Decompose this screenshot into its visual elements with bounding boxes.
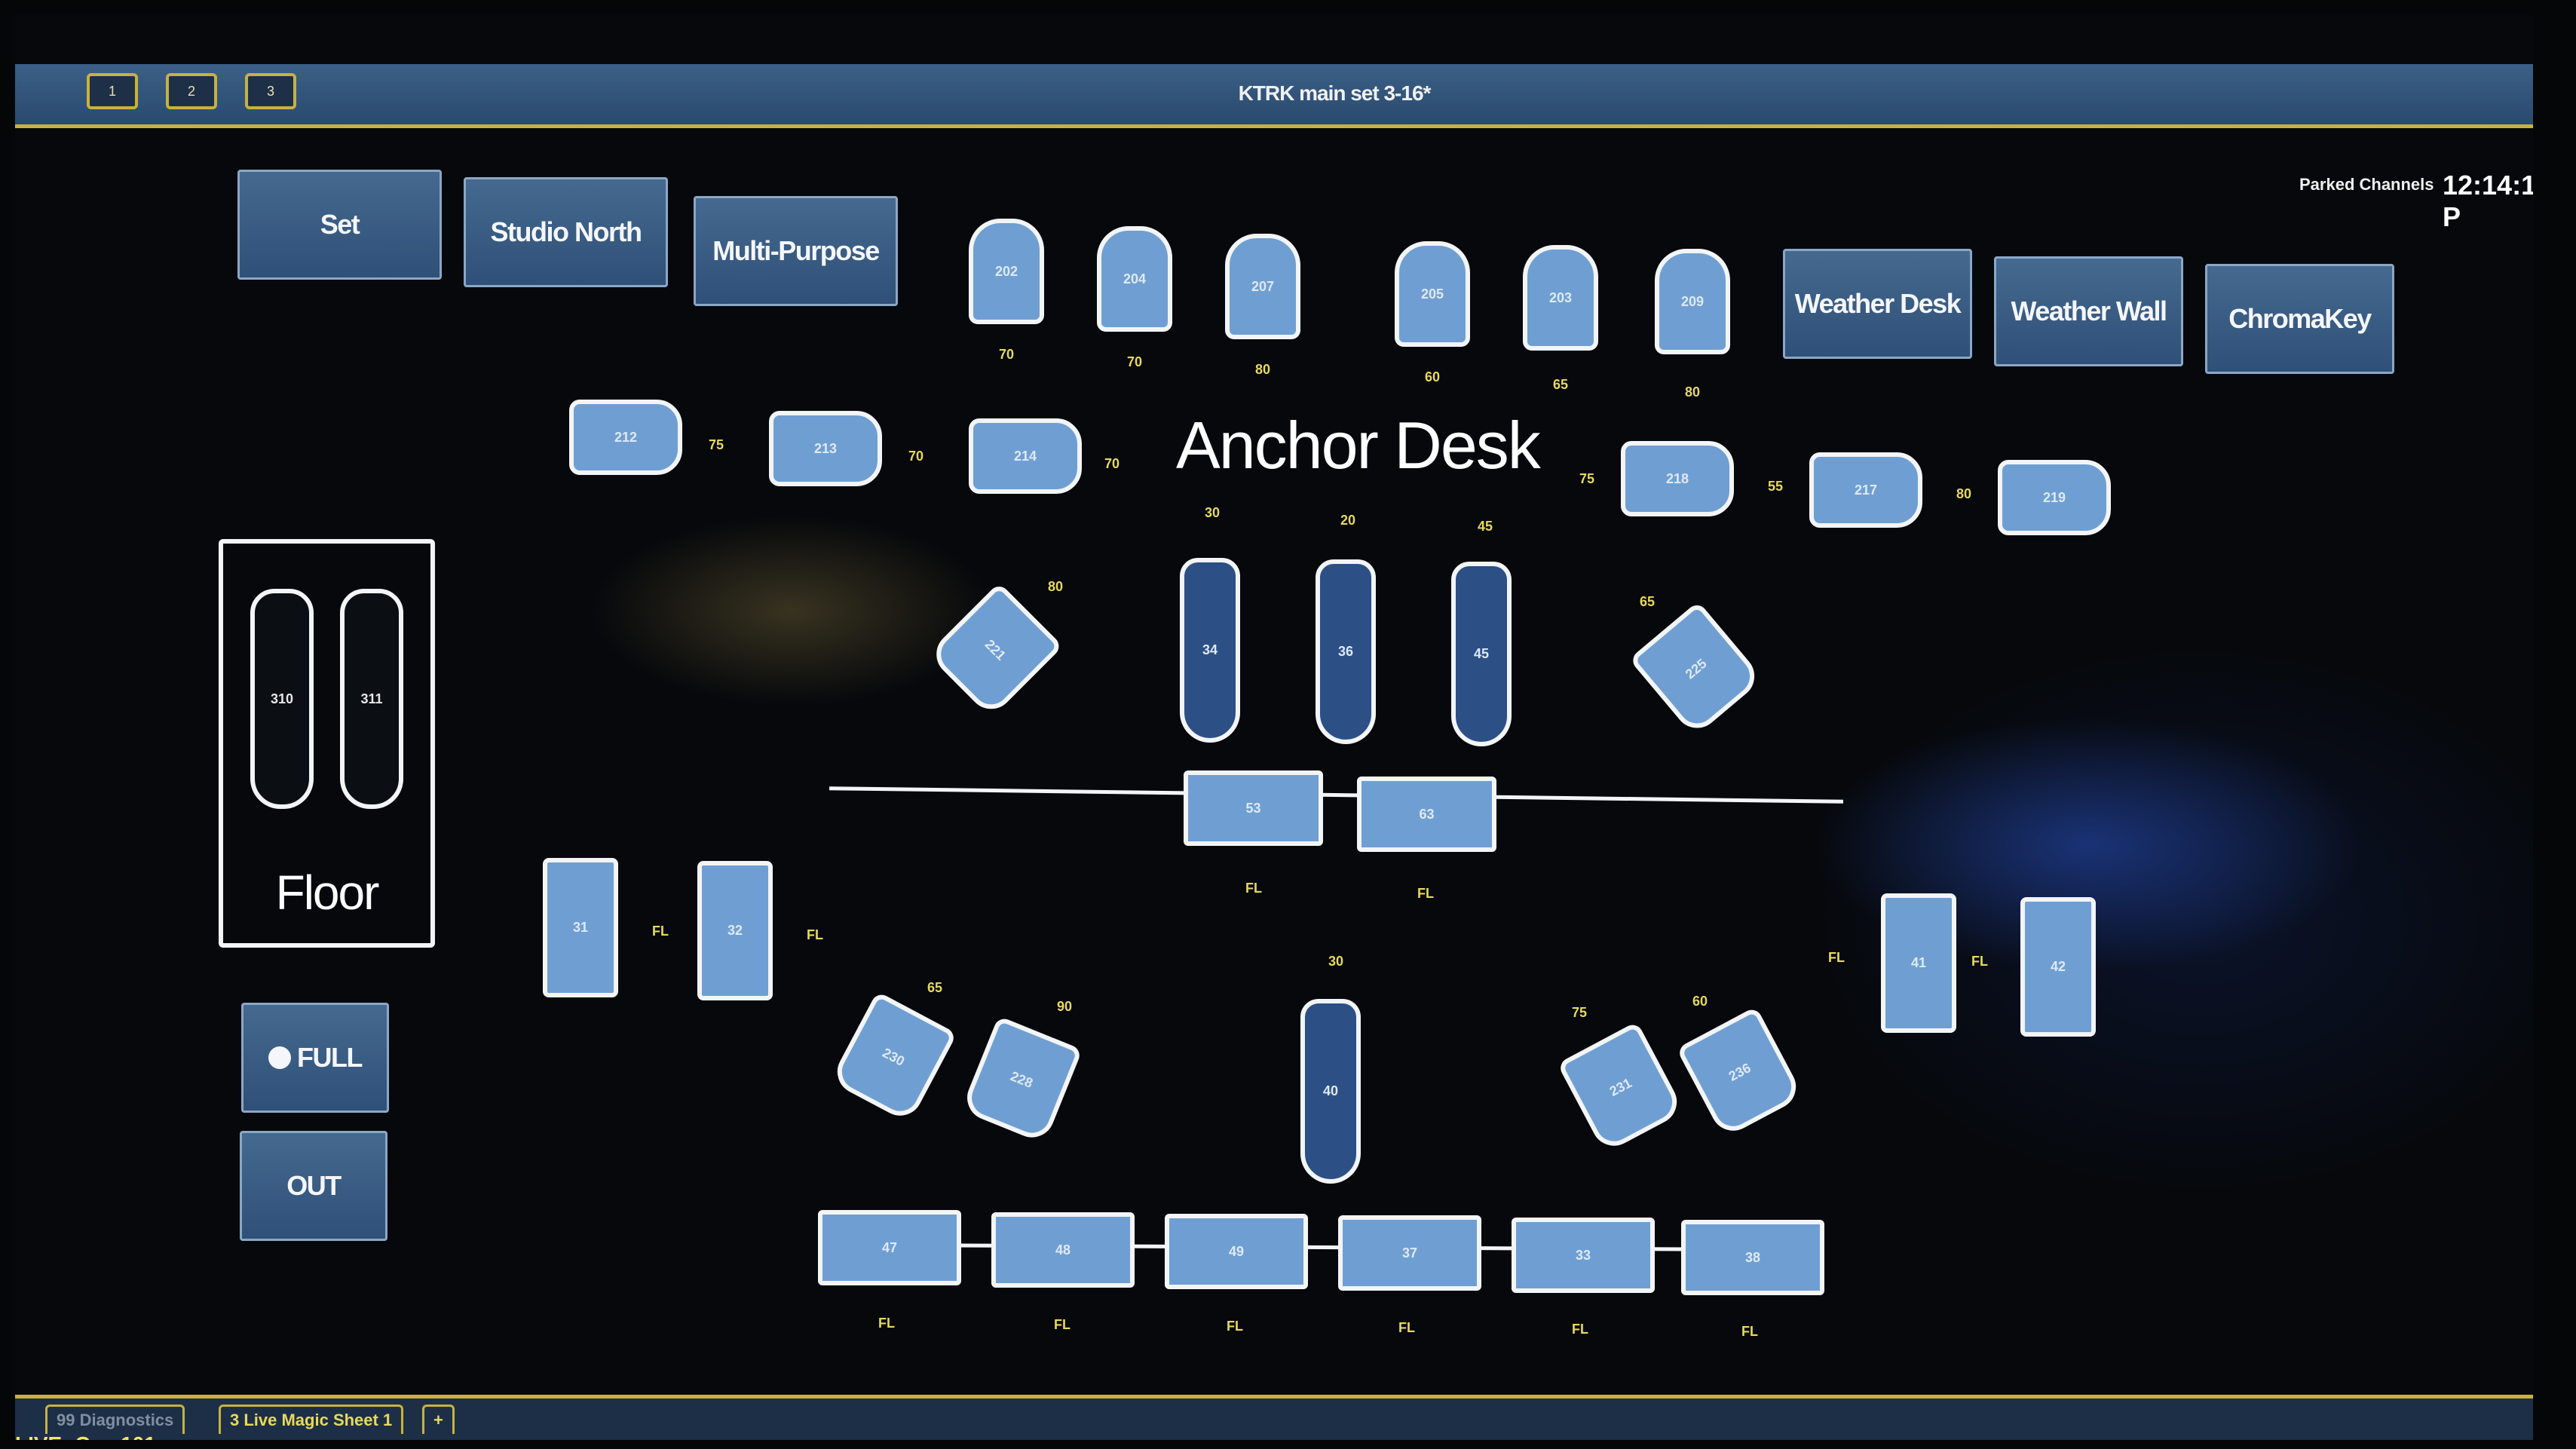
fixture-221[interactable]: 221 bbox=[927, 582, 1064, 718]
fixture-level: 90 bbox=[1057, 999, 1073, 1014]
group-multi-purpose-button[interactable]: Multi-Purpose bbox=[694, 196, 898, 306]
floor-group[interactable]: 310 311 Floor bbox=[219, 539, 435, 948]
fixture-53[interactable]: 53 bbox=[1184, 770, 1323, 846]
group-chromakey-button[interactable]: ChromaKey bbox=[2205, 264, 2394, 374]
fixture-level: 80 bbox=[1048, 579, 1064, 594]
fixture-204[interactable]: 204 bbox=[1097, 226, 1172, 332]
fixture-level: 70 bbox=[999, 347, 1015, 362]
fixture-207[interactable]: 207 bbox=[1225, 234, 1300, 339]
fixture-31[interactable]: 31 bbox=[543, 858, 618, 997]
group-set-button[interactable]: Set bbox=[237, 170, 442, 280]
tab-live-magic-sheet[interactable]: 3 Live Magic Sheet 1 bbox=[219, 1405, 404, 1434]
fixture-level: 65 bbox=[1640, 594, 1656, 609]
fixture-231[interactable]: 231 bbox=[1557, 1021, 1685, 1154]
fixture-level: 30 bbox=[1205, 505, 1221, 520]
out-button[interactable]: OUT bbox=[240, 1131, 387, 1241]
fixture-level: FL bbox=[1054, 1317, 1071, 1332]
fixture-36[interactable]: 36 bbox=[1316, 559, 1376, 744]
fixture-level: 65 bbox=[1553, 377, 1569, 392]
fixture-level: FL bbox=[1971, 954, 1988, 969]
record-dot-icon bbox=[268, 1046, 292, 1069]
fixture-level: 75 bbox=[709, 437, 724, 452]
tab-diagnostics[interactable]: 99 Diagnostics bbox=[45, 1405, 185, 1434]
fixture-level: 75 bbox=[1579, 471, 1595, 486]
floor-unit-311[interactable]: 311 bbox=[340, 589, 403, 809]
window-title: KTRK main set 3-16* bbox=[1238, 81, 1432, 105]
fixture-213[interactable]: 213 bbox=[769, 411, 882, 486]
fixture-214[interactable]: 214 bbox=[969, 418, 1082, 494]
fixture-48[interactable]: 48 bbox=[991, 1212, 1135, 1288]
fixture-level: 70 bbox=[1104, 456, 1120, 471]
toolbar-button-1[interactable]: 1 bbox=[87, 73, 138, 109]
fixture-63[interactable]: 63 bbox=[1357, 777, 1496, 852]
fixture-level: 80 bbox=[1685, 384, 1701, 400]
fixture-level: 70 bbox=[908, 449, 924, 464]
fixture-level: 20 bbox=[1340, 513, 1356, 528]
bottom-truss-line bbox=[821, 1242, 1825, 1252]
fixture-217[interactable]: 217 bbox=[1809, 452, 1922, 528]
fixture-40[interactable]: 40 bbox=[1300, 999, 1361, 1184]
toolbar-button-2[interactable]: 2 bbox=[166, 73, 217, 109]
fixture-level: 60 bbox=[1425, 369, 1441, 384]
fixture-230[interactable]: 230 bbox=[829, 991, 957, 1124]
fixture-32[interactable]: 32 bbox=[697, 861, 773, 1000]
fixture-45[interactable]: 45 bbox=[1451, 562, 1512, 746]
live-cue-status: LIVE: Cue 101 : bbox=[15, 1432, 169, 1440]
fixture-42[interactable]: 42 bbox=[2020, 897, 2096, 1037]
fixture-level: FL bbox=[652, 924, 669, 939]
fixture-47[interactable]: 47 bbox=[818, 1210, 961, 1285]
fixture-228[interactable]: 228 bbox=[960, 1016, 1083, 1144]
floor-unit-310[interactable]: 310 bbox=[250, 589, 314, 809]
group-studio-north-button[interactable]: Studio North bbox=[464, 177, 668, 287]
fixture-level: FL bbox=[1741, 1324, 1758, 1339]
fixture-225[interactable]: 225 bbox=[1628, 601, 1764, 737]
fixture-level: 75 bbox=[1572, 1005, 1588, 1020]
fixture-level: FL bbox=[1227, 1319, 1243, 1334]
fixture-212[interactable]: 212 bbox=[569, 400, 682, 475]
fixture-level: 80 bbox=[1956, 486, 1972, 501]
fixture-level: FL bbox=[1572, 1322, 1588, 1337]
fixture-37[interactable]: 37 bbox=[1338, 1215, 1481, 1291]
fixture-level: 65 bbox=[927, 980, 943, 995]
tab-add[interactable]: + bbox=[422, 1405, 455, 1434]
fixture-level: FL bbox=[1417, 886, 1434, 901]
fixture-203[interactable]: 203 bbox=[1523, 245, 1598, 351]
fixture-202[interactable]: 202 bbox=[969, 219, 1044, 324]
stage-label: Anchor Desk bbox=[1176, 408, 1541, 482]
group-weather-wall-button[interactable]: Weather Wall bbox=[1994, 256, 2183, 366]
fixture-level: 30 bbox=[1328, 954, 1344, 969]
fixture-41[interactable]: 41 bbox=[1881, 893, 1956, 1033]
fixture-219[interactable]: 219 bbox=[1998, 460, 2111, 535]
fixture-level: FL bbox=[1828, 950, 1845, 965]
fixture-236[interactable]: 236 bbox=[1676, 1006, 1804, 1139]
fixture-209[interactable]: 209 bbox=[1655, 249, 1730, 354]
parked-channels-label: Parked Channels bbox=[2299, 175, 2434, 194]
fixture-level: FL bbox=[807, 927, 823, 942]
toolbar-button-3[interactable]: 3 bbox=[245, 73, 296, 109]
fixture-level: FL bbox=[878, 1316, 895, 1331]
fixture-level: 70 bbox=[1127, 354, 1143, 369]
set-divider-line bbox=[829, 786, 1843, 804]
fixture-33[interactable]: 33 bbox=[1512, 1218, 1655, 1293]
fixture-49[interactable]: 49 bbox=[1165, 1214, 1308, 1289]
clock: 12:14:13 P bbox=[2443, 170, 2533, 232]
fixture-level: 60 bbox=[1692, 994, 1708, 1009]
fixture-level: FL bbox=[1398, 1320, 1415, 1335]
fixture-205[interactable]: 205 bbox=[1395, 241, 1470, 347]
fixture-level: 55 bbox=[1768, 479, 1784, 494]
fixture-38[interactable]: 38 bbox=[1681, 1220, 1824, 1295]
fixture-level: 45 bbox=[1478, 519, 1493, 534]
fixture-level: 80 bbox=[1255, 362, 1271, 377]
fixture-level: FL bbox=[1245, 881, 1262, 896]
floor-label: Floor bbox=[275, 865, 380, 920]
group-weather-desk-button[interactable]: Weather Desk bbox=[1783, 249, 1972, 359]
fixture-218[interactable]: 218 bbox=[1621, 441, 1734, 516]
full-button-label: FULL bbox=[297, 1042, 363, 1073]
full-button[interactable]: FULL bbox=[241, 1003, 389, 1113]
magic-sheet-screen: 1 2 3 KTRK main set 3-16* Parked Channel… bbox=[15, 15, 2533, 1440]
fixture-34[interactable]: 34 bbox=[1180, 558, 1240, 743]
status-bar: 99 Diagnostics 3 Live Magic Sheet 1 + bbox=[15, 1395, 2533, 1440]
